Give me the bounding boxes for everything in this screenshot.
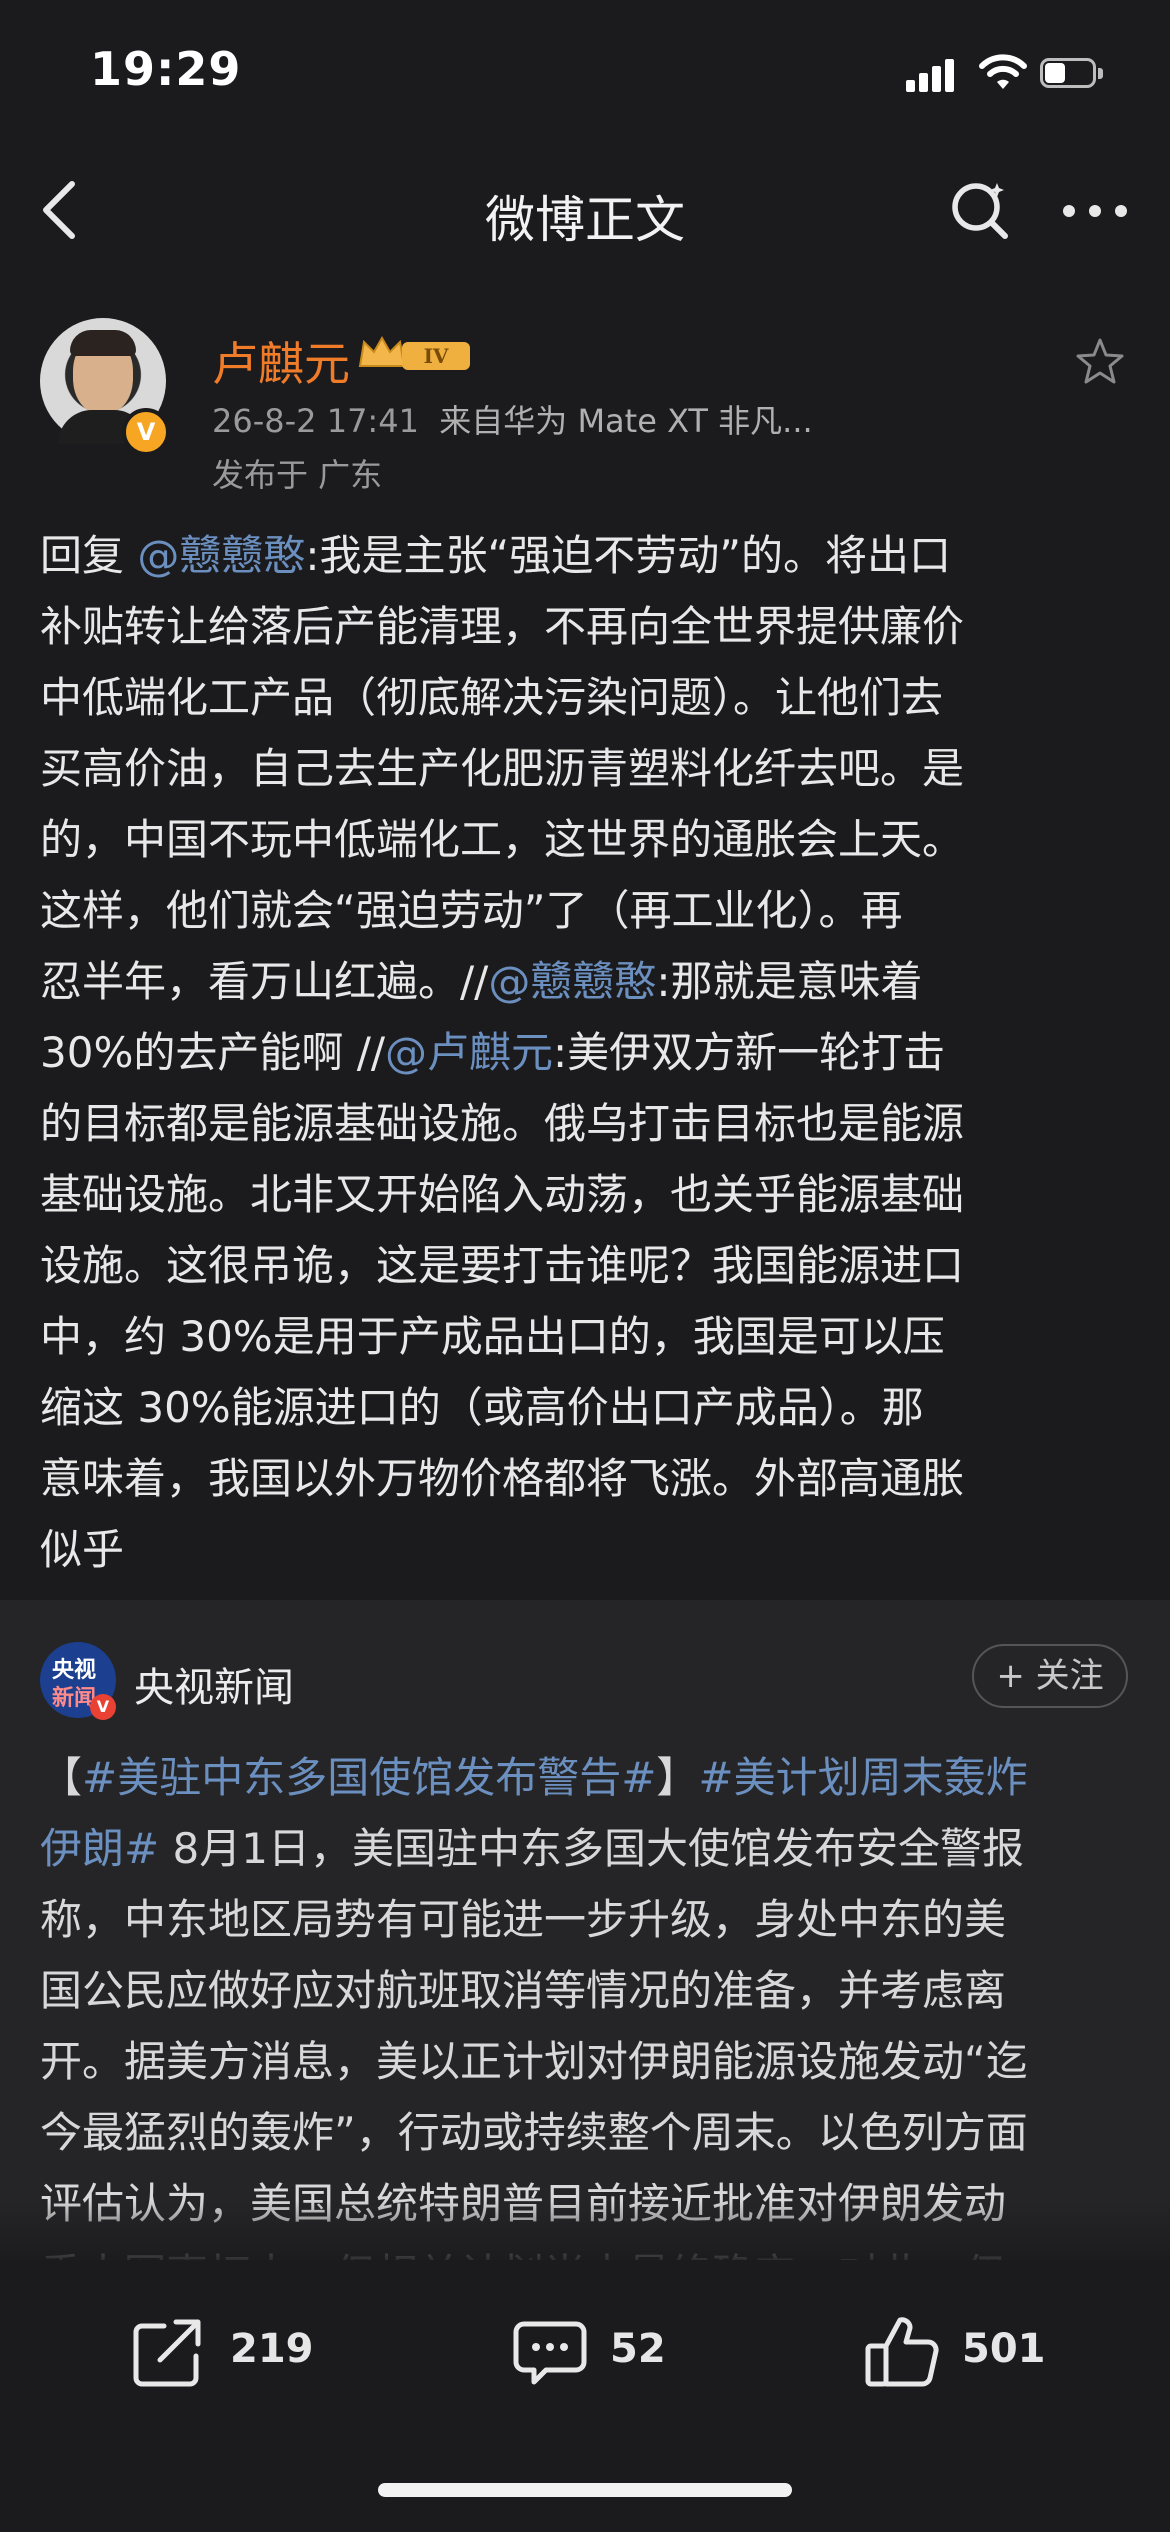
text-segment: 开。据美方消息，美以正计划对伊朗能源设施发动“迄 (40, 2037, 1028, 2086)
comment-button[interactable]: 52 (510, 2312, 680, 2392)
text-segment: 基础设施。北非又开始陷入动荡，也关乎能源基础 (40, 1170, 965, 1219)
mention-link[interactable]: @卢麒元 (385, 1028, 553, 1077)
post-body-line: 设施。这很吊诡，这是要打击谁呢？我国能源进口 (40, 1230, 1130, 1301)
text-segment: 8月1日，美国驻中东多国大使馆发布安全警报 (159, 1824, 1024, 1873)
source-name[interactable]: 央视新闻 (134, 1655, 294, 1713)
text-segment: 意味着，我国以外万物价格都将飞涨。外部高通胀 (40, 1454, 965, 1503)
text-segment: :那就是意味着 (656, 957, 923, 1006)
search-icon (952, 183, 1008, 239)
star-icon (1076, 338, 1124, 384)
post-body-line: 意味着，我国以外万物价格都将飞涨。外部高通胀 (40, 1443, 1130, 1514)
post-location: 发布于 广东 (212, 456, 383, 494)
post-body-line: 基础设施。北非又开始陷入动荡，也关乎能源基础 (40, 1159, 1130, 1230)
post-body-line: 中，约 30%是用于产成品出口的，我国是可以压 (40, 1301, 1130, 1372)
comment-icon (513, 2321, 587, 2385)
post-body-line: 30%的去产能啊 //@卢麒元:美伊双方新一轮打击 (40, 1017, 1130, 1088)
nav-bar: 微博正文 (0, 150, 1170, 270)
post-body-line: 缩这 30%能源进口的（或高价出口产成品）。那 (40, 1372, 1130, 1443)
comment-count: 52 (610, 2326, 666, 2372)
text-segment: 忍半年，看万山红遍。// (40, 957, 489, 1006)
text-segment: 中低端化工产品（彻底解决污染问题）。让他们去 (40, 673, 944, 722)
text-segment: 缩这 30%能源进口的（或高价出口产成品）。那 (40, 1383, 924, 1432)
post-body-line: 回复 @戆戆憨:我是主张“强迫不劳动”的。将出口 (40, 520, 1130, 591)
hashtag-link[interactable]: 伊朗# (40, 1824, 159, 1873)
reposted-body-line: 【#美驻中东多国使馆发布警告#】#美计划周末轰炸 (40, 1742, 1130, 1813)
post-body: 回复 @戆戆憨:我是主张“强迫不劳动”的。将出口 补贴转让给落后产能清理，不再向全… (40, 520, 1130, 1585)
share-icon (133, 2319, 201, 2387)
post-meta: 26-8-2 17:41 来自华为 Mate XT 非凡... (212, 396, 813, 442)
mention-link[interactable]: @戆戆憨 (137, 531, 305, 580)
text-segment: 这样，他们就会“强迫劳动”了（再工业化）。再 (40, 886, 903, 935)
text-segment: 今最猛烈的轰炸”，行动或持续整个周末。以色列方面 (40, 2108, 1028, 2157)
text-segment: 的，中国不玩中低端化工，这世界的通胀会上天。 (40, 815, 965, 864)
reposted-card[interactable]: 央视 新闻 V 央视新闻 + 关注 【#美驻中东多国使馆发布警告#】#美计划周末… (0, 1600, 1170, 2299)
text-segment: 国公民应做好应对航班取消等情况的准备，并考虑离 (40, 1966, 1007, 2015)
post-source: 来自华为 Mate XT 非凡... (439, 402, 813, 440)
screen: 19:29 微博正文 V 卢麒元 IV 26-8-2 17:41 来自华为 Ma… (0, 0, 1170, 2532)
wifi-icon (978, 52, 1028, 92)
text-segment: 似乎 (40, 1525, 125, 1574)
post-body-line: 的目标都是能源基础设施。俄乌打击目标也是能源 (40, 1088, 1130, 1159)
cellular-signal-icon (906, 58, 956, 92)
post-header: V 卢麒元 IV 26-8-2 17:41 来自华为 Mate XT 非凡...… (0, 310, 1170, 500)
follow-button[interactable]: + 关注 (972, 1644, 1128, 1708)
text-segment: 称，中东地区局势有可能进一步升级，身处中东的美 (40, 1895, 1007, 1944)
repost-count: 219 (230, 2326, 314, 2372)
post-body-line: 中低端化工产品（彻底解决污染问题）。让他们去 (40, 662, 1130, 733)
action-bar: 219 52 501 (0, 2260, 1170, 2440)
hashtag-link[interactable]: #美计划周末轰炸 (698, 1753, 1027, 1802)
more-dots-icon (1063, 205, 1127, 217)
post-body-line: 忍半年，看万山红遍。//@戆戆憨:那就是意味着 (40, 946, 1130, 1017)
post-body-line: 似乎 (40, 1514, 1130, 1585)
verified-badge-icon: V (122, 408, 170, 456)
text-segment: 补贴转让给落后产能清理，不再向全世界提供廉价 (40, 602, 965, 651)
favorite-button[interactable] (1070, 332, 1130, 392)
post-body-line: 买高价油，自己去生产化肥沥青塑料化纤去吧。是 (40, 733, 1130, 804)
post-body-line: 的，中国不玩中低端化工，这世界的通胀会上天。 (40, 804, 1130, 875)
text-segment: :美伊双方新一轮打击 (553, 1028, 946, 1077)
post-body-line: 补贴转让给落后产能清理，不再向全世界提供廉价 (40, 591, 1130, 662)
more-options-button[interactable] (1055, 175, 1135, 245)
reposted-body-line: 国公民应做好应对航班取消等情况的准备，并考虑离 (40, 1955, 1130, 2026)
status-time: 19:29 (90, 42, 242, 96)
reposted-body-line: 开。据美方消息，美以正计划对伊朗能源设施发动“迄 (40, 2026, 1130, 2097)
reposted-body-line: 今最猛烈的轰炸”，行动或持续整个周末。以色列方面 (40, 2097, 1130, 2168)
source-verified-icon: V (90, 1694, 116, 1720)
mention-link[interactable]: @戆戆憨 (488, 957, 656, 1006)
thumbs-up-icon (865, 2317, 939, 2387)
battery-icon (1040, 58, 1106, 90)
text-segment: 中，约 30%是用于产成品出口的，我国是可以压 (40, 1312, 945, 1361)
text-segment: 的目标都是能源基础设施。俄乌打击目标也是能源 (40, 1099, 965, 1148)
like-count: 501 (962, 2326, 1046, 2372)
home-indicator[interactable] (378, 2483, 792, 2497)
member-level-badge: IV (356, 330, 476, 378)
text-segment: 买高价油，自己去生产化肥沥青塑料化纤去吧。是 (40, 744, 965, 793)
reposted-body-line: 伊朗# 8月1日，美国驻中东多国大使馆发布安全警报 (40, 1813, 1130, 1884)
text-segment: :我是主张“强迫不劳动”的。将出口 (305, 531, 952, 580)
hashtag-link[interactable]: #美驻中东多国使馆发布警告# (82, 1753, 656, 1802)
text-segment: 设施。这很吊诡，这是要打击谁呢？我国能源进口 (40, 1241, 965, 1290)
text-segment: 】 (656, 1753, 699, 1802)
post-body-line: 这样，他们就会“强迫劳动”了（再工业化）。再 (40, 875, 1130, 946)
crown-icon: IV (358, 335, 470, 370)
search-button[interactable] (945, 175, 1015, 245)
text-segment: 回复 (40, 531, 138, 580)
svg-text:IV: IV (424, 344, 449, 368)
repost-button[interactable]: 219 (130, 2312, 330, 2392)
author-name[interactable]: 卢麒元 (212, 328, 350, 394)
status-bar: 19:29 (0, 0, 1170, 150)
text-segment: 30%的去产能啊 // (40, 1028, 386, 1077)
post-timestamp: 26-8-2 17:41 (212, 402, 419, 440)
reposted-body-line: 称，中东地区局势有可能进一步升级，身处中东的美 (40, 1884, 1130, 1955)
like-button[interactable]: 501 (862, 2312, 1062, 2392)
text-segment: 【 (40, 1753, 83, 1802)
